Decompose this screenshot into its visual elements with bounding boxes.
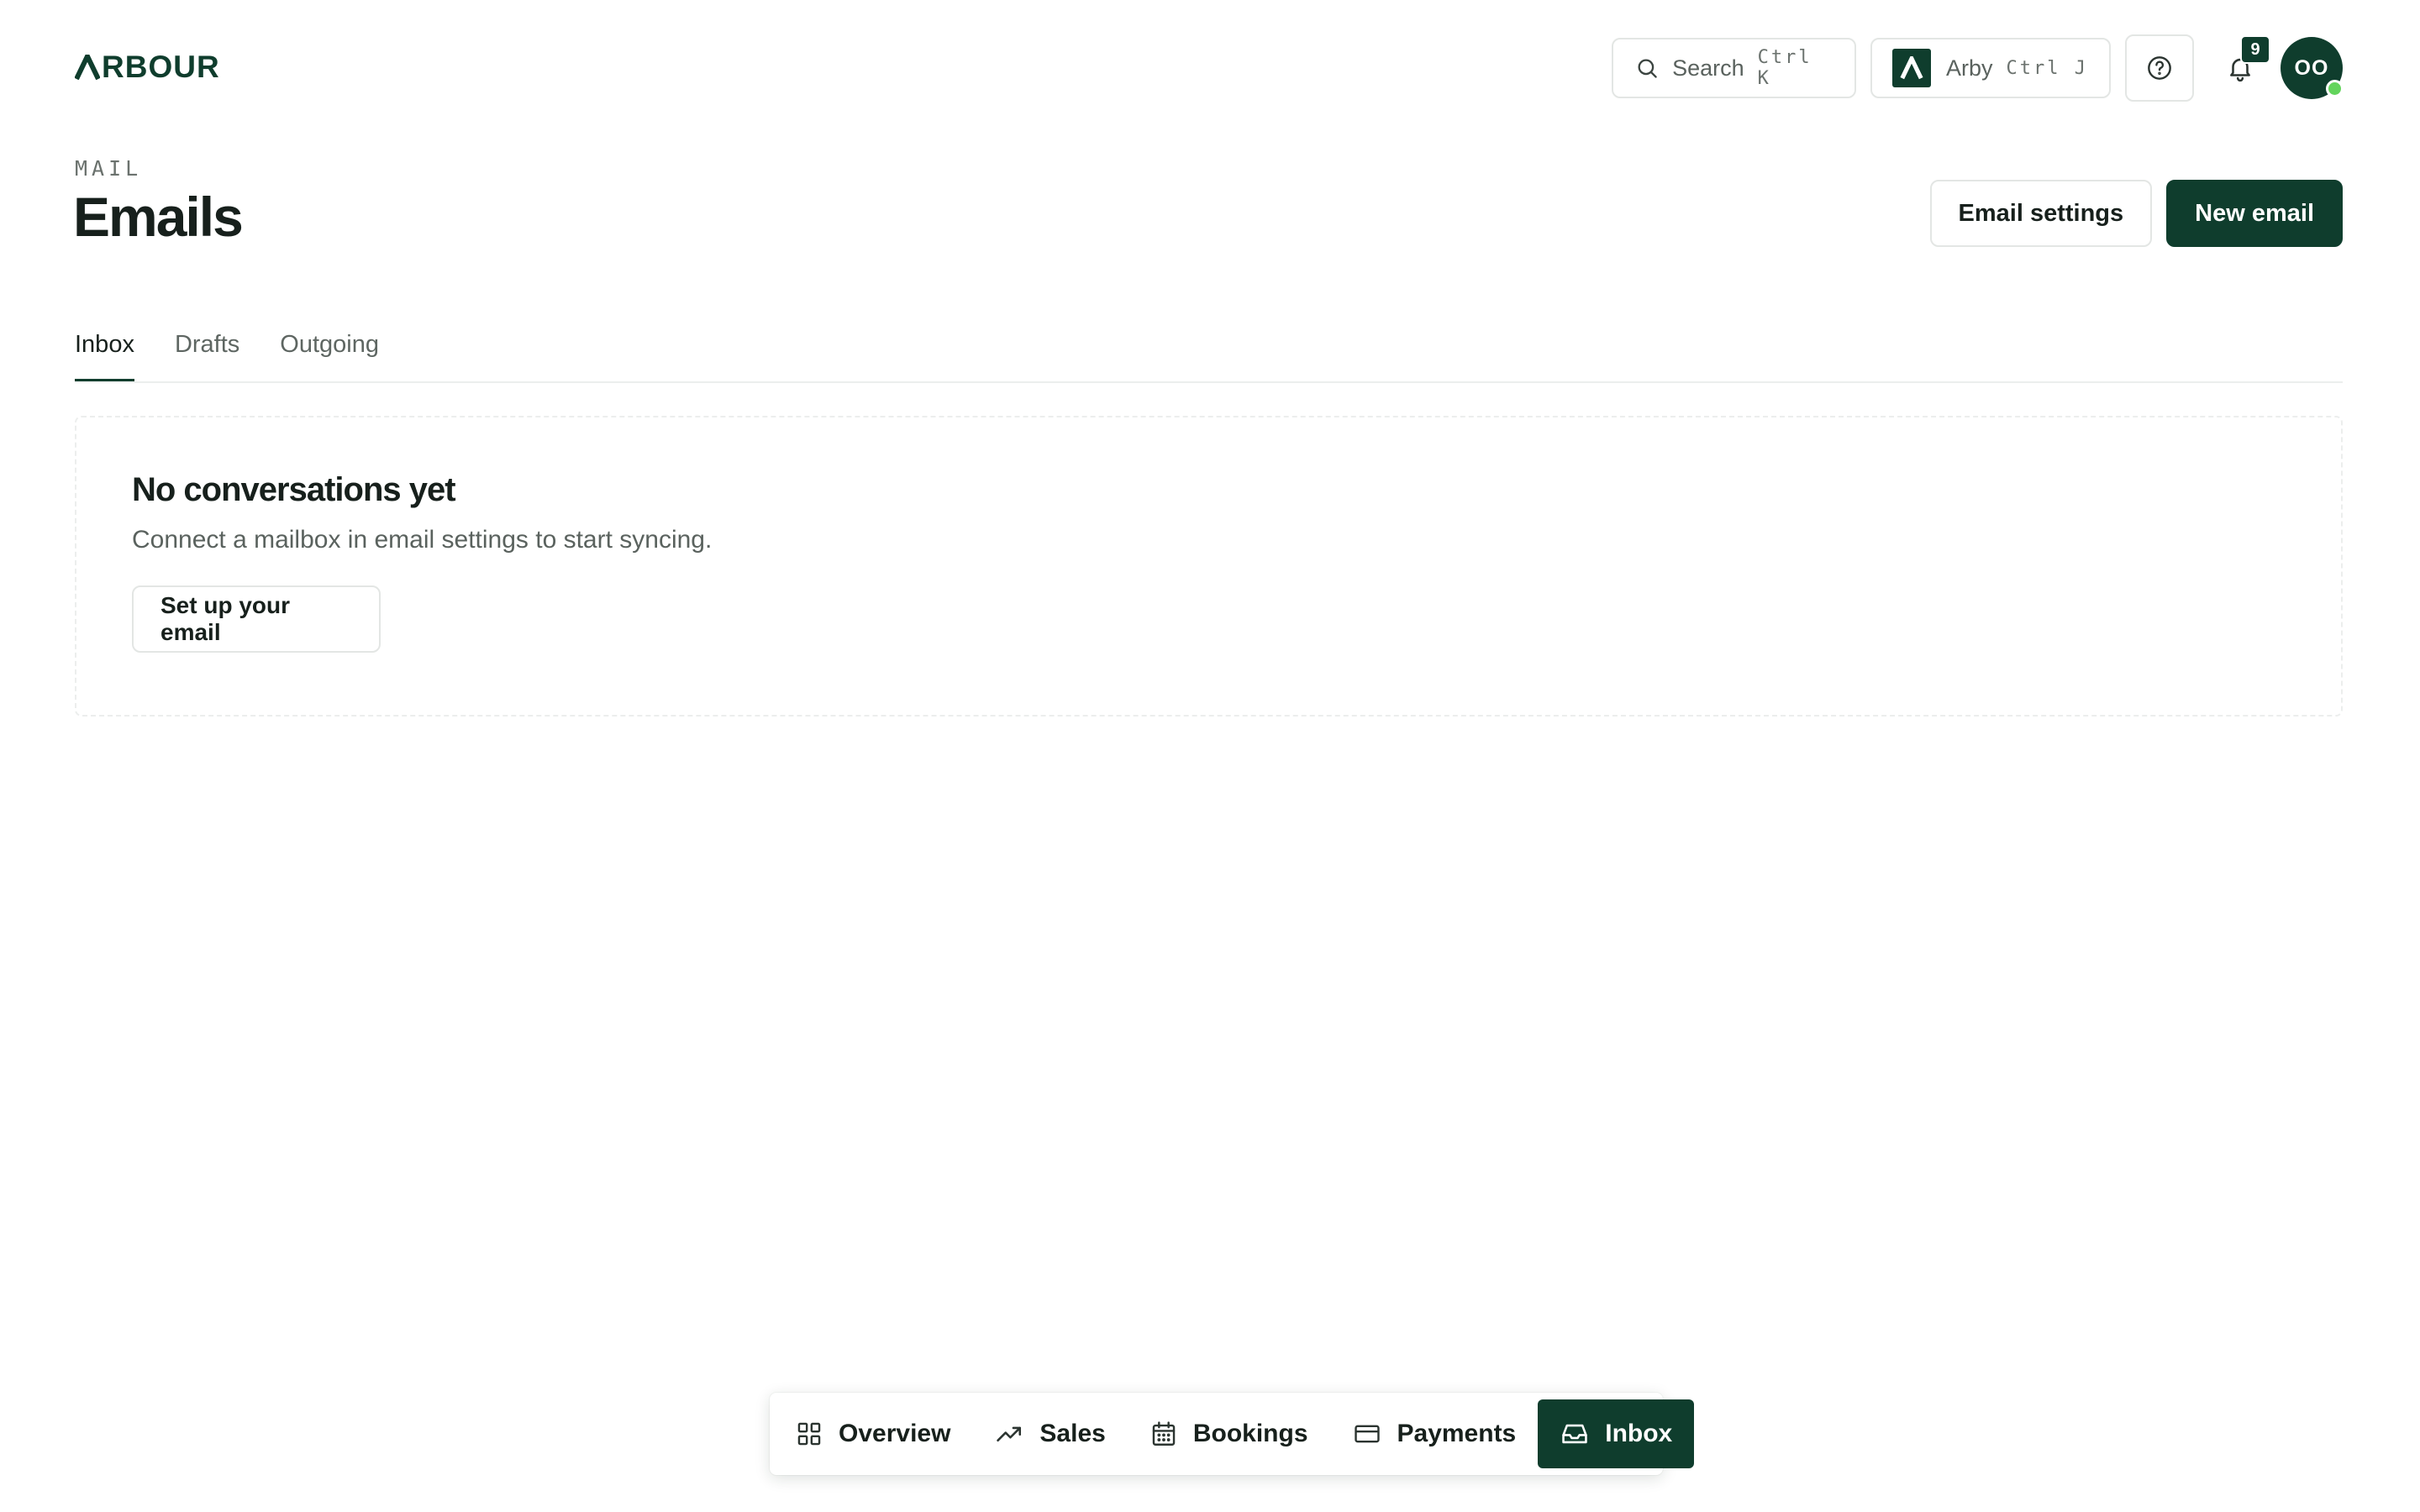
trending-up-icon — [997, 1426, 1022, 1442]
nav-item-payments[interactable]: Payments — [1330, 1399, 1539, 1468]
user-avatar[interactable]: OO — [2281, 37, 2344, 99]
search-label: Search — [1672, 55, 1744, 81]
empty-state-title: No conversations yet — [132, 471, 456, 508]
bottom-nav-dock: Overview Sales Bookings Payments Inbox — [770, 1393, 1695, 1475]
arby-logo-icon — [1892, 49, 1931, 87]
assistant-label: Arby — [1946, 55, 1993, 81]
new-email-button[interactable]: New email — [2166, 180, 2343, 247]
email-settings-button[interactable]: Email settings — [1929, 180, 2153, 247]
logo-mark-icon — [75, 55, 100, 80]
assistant-button[interactable]: Arby Ctrl J — [1870, 38, 2111, 98]
help-circle-icon — [2148, 56, 2171, 80]
setup-email-button[interactable]: Set up your email — [132, 585, 381, 653]
empty-state-card: No conversations yet Connect a mailbox i… — [75, 416, 2343, 717]
nav-item-bookings[interactable]: Bookings — [1128, 1399, 1330, 1468]
inbox-icon — [1562, 1424, 1587, 1444]
page-actions: Email settings New email — [1929, 180, 2343, 247]
brand-logo[interactable]: RBOUR — [75, 50, 220, 84]
page-title: Emails — [73, 186, 244, 248]
calendar-icon — [1152, 1421, 1176, 1446]
nav-label: Bookings — [1192, 1420, 1308, 1447]
nav-label: Payments — [1397, 1420, 1517, 1447]
notifications-button[interactable]: 9 — [2209, 35, 2271, 99]
logo-text: RBOUR — [102, 50, 220, 84]
nav-label: Sales — [1039, 1420, 1106, 1447]
search-icon — [1638, 59, 1657, 78]
avatar-initials: OO — [2294, 55, 2329, 80]
nav-label: Inbox — [1605, 1420, 1673, 1447]
nav-item-inbox[interactable]: Inbox — [1538, 1399, 1695, 1468]
nav-label: Overview — [839, 1420, 951, 1447]
empty-state-description: Connect a mailbox in email settings to s… — [132, 526, 713, 554]
search-button[interactable]: Search Ctrl K — [1612, 38, 1856, 98]
notification-count-badge: 9 — [2240, 35, 2270, 64]
mail-tabs: Inbox Drafts Outgoing — [75, 328, 2343, 383]
nav-item-overview[interactable]: Overview — [795, 1399, 972, 1468]
credit-card-icon — [1354, 1425, 1380, 1443]
tab-outgoing[interactable]: Outgoing — [280, 328, 379, 381]
grid-icon — [797, 1422, 821, 1446]
top-actions: Search Ctrl K Arby Ctrl J 9 OO — [1612, 34, 2344, 102]
search-shortcut: Ctrl K — [1757, 47, 1812, 89]
help-button[interactable] — [2125, 34, 2194, 102]
nav-item-sales[interactable]: Sales — [972, 1399, 1127, 1468]
section-eyebrow: MAIL — [75, 156, 143, 181]
online-status-dot — [2326, 80, 2344, 97]
assistant-shortcut: Ctrl J — [2006, 57, 2089, 79]
tab-inbox[interactable]: Inbox — [75, 328, 134, 381]
tab-drafts[interactable]: Drafts — [175, 328, 239, 381]
